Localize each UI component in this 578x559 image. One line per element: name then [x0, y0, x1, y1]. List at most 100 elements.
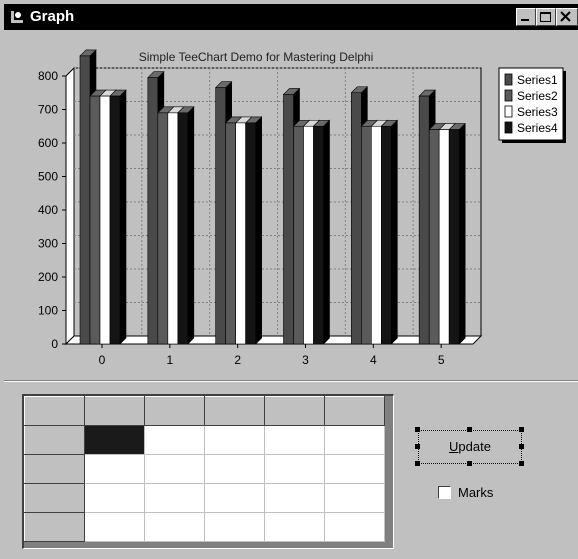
- bar-front: [448, 129, 460, 345]
- grid-cell[interactable]: [204, 483, 265, 513]
- bar-series4-4: [380, 119, 399, 345]
- y-tick-label: 0: [51, 337, 58, 351]
- splitter[interactable]: [4, 380, 578, 382]
- selection-handle[interactable]: [467, 461, 472, 466]
- bar-front: [351, 92, 362, 345]
- bar-front: [283, 94, 294, 345]
- bar-front: [99, 95, 111, 345]
- grid-cell[interactable]: [84, 512, 145, 542]
- close-button[interactable]: [556, 8, 578, 26]
- update-button[interactable]: Update: [418, 430, 522, 464]
- selection-handle[interactable]: [415, 444, 420, 449]
- grid-cell[interactable]: [324, 483, 385, 513]
- bar-front: [245, 122, 256, 345]
- bar-chart: 0 100 200 300 400 500 600 700 800 0 1 2 3 4 5 Simple Te…: [38, 49, 566, 367]
- grid-table: [24, 396, 385, 542]
- bar-front: [147, 77, 159, 345]
- bar-side: [187, 106, 195, 345]
- y-tick-label: 400: [38, 203, 58, 217]
- chart-left-wall: [65, 66, 75, 346]
- y-tick-label: 300: [38, 237, 58, 251]
- bar-front: [109, 95, 121, 345]
- maximize-button[interactable]: [536, 8, 556, 26]
- grid-header-cell: [264, 396, 325, 426]
- grid-cell[interactable]: [324, 454, 385, 484]
- bar-front: [371, 125, 382, 345]
- window-title: Graph: [30, 8, 75, 25]
- grid-row: [24, 396, 385, 426]
- grid-cell[interactable]: [144, 483, 205, 513]
- x-tick-label: 1: [166, 353, 173, 367]
- bar-front: [167, 112, 179, 345]
- bar-series4-3: [312, 119, 331, 345]
- grid-cell[interactable]: [144, 425, 205, 455]
- x-tick-label: 0: [99, 353, 106, 367]
- grid-cell[interactable]: [204, 512, 265, 542]
- grid-cell[interactable]: [84, 425, 145, 455]
- bar-front: [225, 122, 236, 345]
- selection-handle[interactable]: [415, 461, 420, 466]
- bar-series4-1: [177, 106, 195, 345]
- maximize-icon: [540, 12, 551, 22]
- update-label-rest: pdate: [458, 439, 491, 454]
- chart-floor: [64, 335, 483, 345]
- grid-cell[interactable]: [204, 425, 265, 455]
- selection-handle[interactable]: [467, 427, 472, 432]
- bar-series4-5: [448, 122, 466, 345]
- bar-side: [119, 89, 127, 345]
- minimize-icon: [521, 19, 529, 21]
- selection-handle[interactable]: [519, 461, 524, 466]
- grid-cell[interactable]: [324, 425, 385, 455]
- app-icon: [8, 8, 26, 26]
- legend-label: Series1: [517, 73, 558, 87]
- grid-cell[interactable]: [84, 454, 145, 484]
- legend-swatch: [504, 121, 513, 134]
- bar-front: [157, 112, 169, 345]
- y-tick-label: 100: [38, 304, 58, 318]
- update-button-wrapper: Update: [415, 427, 524, 466]
- selection-handle[interactable]: [519, 444, 524, 449]
- x-tick-label: 5: [438, 353, 445, 367]
- bar-front: [303, 125, 314, 345]
- bar-side: [323, 119, 330, 345]
- selection-handle[interactable]: [415, 427, 420, 432]
- grid-header-cell: [324, 396, 385, 426]
- grid-row: [24, 483, 385, 513]
- grid-cell[interactable]: [324, 512, 385, 542]
- grid-header-cell: [84, 396, 145, 426]
- legend-swatch: [504, 105, 513, 118]
- title-bar[interactable]: Graph: [4, 4, 578, 30]
- bar-front: [89, 95, 101, 345]
- close-icon: [560, 11, 571, 22]
- grid-header-cell: [24, 454, 85, 484]
- bar-front: [381, 125, 392, 345]
- bar-side: [458, 122, 466, 345]
- x-tick-label: 4: [370, 353, 377, 367]
- grid-cell[interactable]: [264, 483, 325, 513]
- grid-cell[interactable]: [144, 512, 205, 542]
- bar-side: [255, 116, 262, 345]
- bar-front: [177, 112, 189, 345]
- selection-handle[interactable]: [519, 427, 524, 432]
- legend-label: Series3: [517, 105, 558, 119]
- grid-cell[interactable]: [264, 425, 325, 455]
- grid-cell[interactable]: [204, 454, 265, 484]
- bar-front: [215, 87, 226, 345]
- y-tick-label: 500: [38, 170, 58, 184]
- legend-swatch: [504, 73, 513, 86]
- bar-front: [235, 122, 246, 345]
- grid-cell[interactable]: [144, 454, 205, 484]
- bar-front: [313, 125, 324, 345]
- grid-cell[interactable]: [264, 454, 325, 484]
- bar-series4-0: [109, 89, 127, 345]
- y-tick-label: 800: [38, 69, 58, 83]
- x-tick-label: 3: [302, 353, 309, 367]
- data-grid[interactable]: [22, 394, 394, 549]
- grid-cell[interactable]: [84, 483, 145, 513]
- y-tick-label: 200: [38, 270, 58, 284]
- grid-header-cell: [24, 396, 85, 426]
- marks-checkbox[interactable]: [438, 486, 451, 499]
- minimize-button[interactable]: [516, 8, 536, 26]
- grid-cell[interactable]: [264, 512, 325, 542]
- grid-header-cell: [24, 425, 85, 455]
